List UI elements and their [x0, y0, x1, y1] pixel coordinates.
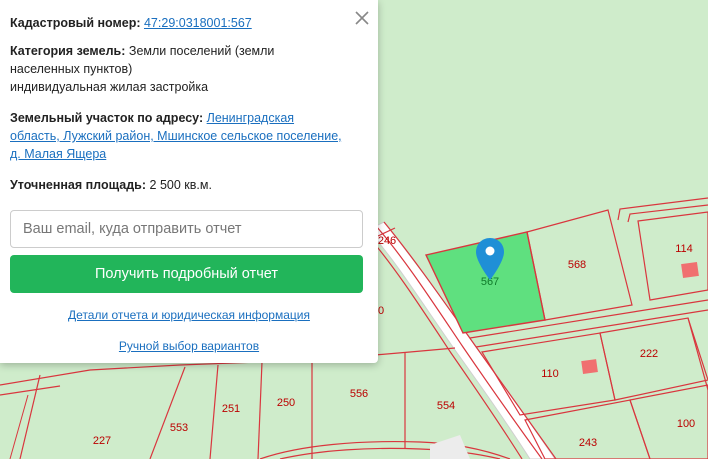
parcel-label-114: 114	[675, 243, 693, 255]
get-report-button[interactable]: Получить подробный отчет	[10, 255, 363, 293]
cadastral-number-row: Кадастровый номер: 47:29:0318001:567	[10, 14, 368, 32]
address-row: Земельный участок по адресу: Ленинградск…	[10, 109, 368, 163]
land-category-row: Категория земель: Земли поселений (земли…	[10, 42, 368, 96]
parcel-info-popup: Кадастровый номер: 47:29:0318001:567 Кат…	[0, 0, 378, 363]
land-category-value-2: населенных пунктов)	[10, 62, 133, 76]
area-row: Уточненная площадь: 2 500 кв.м.	[10, 176, 368, 194]
building	[581, 359, 598, 375]
parcel-label-554: 554	[436, 400, 456, 412]
cadastral-number-label: Кадастровый номер:	[10, 16, 141, 30]
area-label: Уточненная площадь:	[10, 178, 147, 192]
land-category-label: Категория земель:	[10, 44, 126, 58]
map-pin-icon[interactable]	[475, 237, 505, 281]
address-label: Земельный участок по адресу:	[10, 111, 204, 125]
parcel-label-251: 251	[221, 403, 241, 415]
close-icon[interactable]	[352, 8, 372, 28]
email-field[interactable]	[10, 210, 363, 248]
land-category-value-3: индивидуальная жилая застройка	[10, 80, 209, 94]
address-link-2[interactable]: область, Лужский район, Мшинское сельско…	[10, 129, 342, 143]
building	[681, 261, 699, 279]
land-category-value: Земли поселений (земли	[128, 44, 275, 58]
parcel-label-556: 556	[349, 388, 369, 400]
parcel-label-partial: 0	[377, 305, 385, 317]
report-details-link[interactable]: Детали отчета и юридическая информация	[10, 308, 368, 322]
parcel-label-553: 553	[169, 422, 189, 434]
parcel-label-227: 227	[92, 435, 112, 447]
parcel-label-100: 100	[676, 418, 696, 430]
cadastral-number-link[interactable]: 47:29:0318001:567	[144, 16, 252, 30]
address-link[interactable]: Ленинградская	[207, 111, 294, 125]
parcel-label-243: 243	[578, 437, 598, 449]
parcel-label-110: 110	[541, 368, 559, 380]
parcel-label-568: 568	[567, 259, 587, 271]
manual-selection-link[interactable]: Ручной выбор вариантов	[10, 339, 368, 353]
parcel-label-246: 246	[377, 235, 397, 247]
parcel-label-222: 222	[639, 348, 659, 360]
parcel-label-250: 250	[276, 397, 296, 409]
address-link-3[interactable]: д. Малая Ящера	[10, 147, 106, 161]
area-value: 2 500 кв.м.	[149, 178, 212, 192]
